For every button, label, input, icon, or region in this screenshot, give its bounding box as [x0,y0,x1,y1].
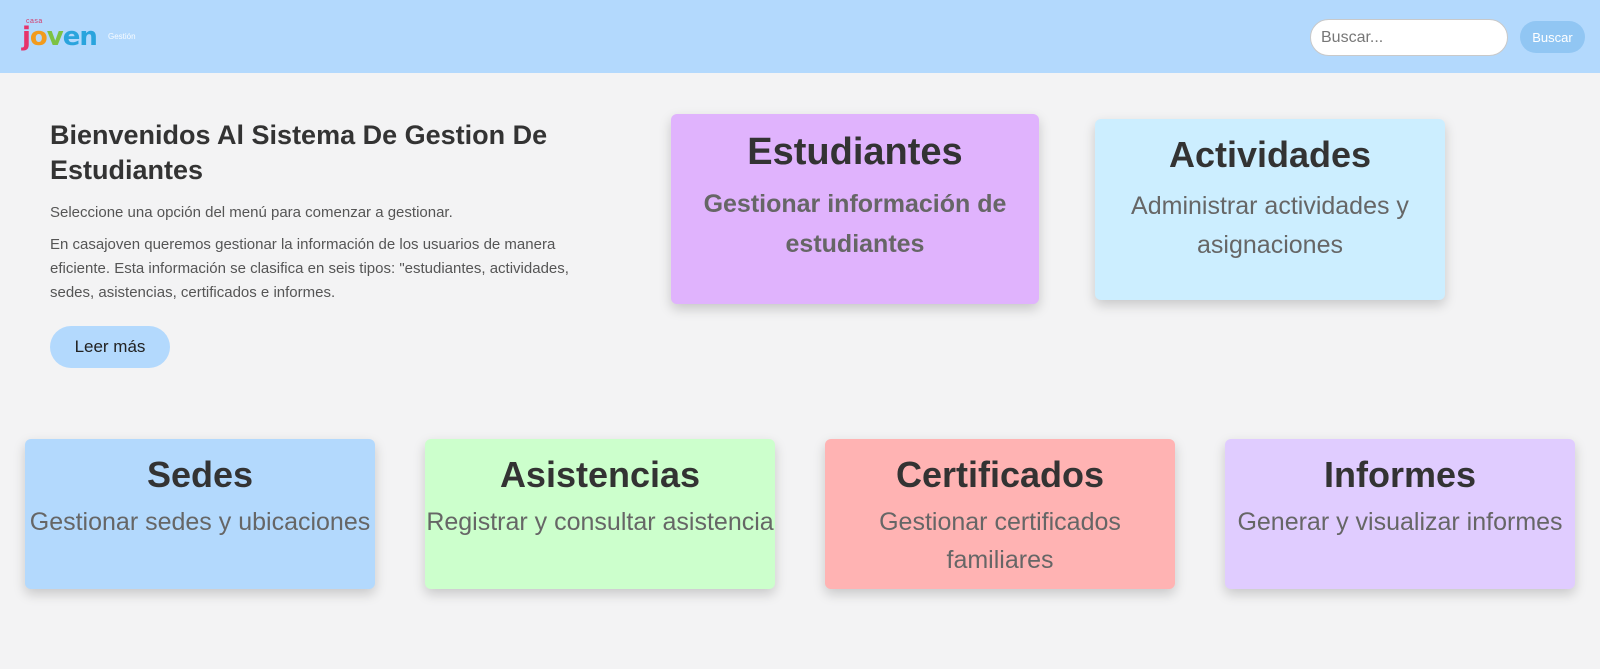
search-input[interactable] [1310,19,1508,56]
page-title: Bienvenidos Al Sistema De Gestion De Est… [50,120,548,185]
card-title: Actividades [1168,134,1372,175]
card-title: Estudiantes [747,131,963,173]
welcome-description: En casajoven queremos gestionar la infor… [50,236,569,301]
card-title: Sedes [146,454,254,495]
card-description: Administrar actividades y asignaciones [1131,192,1409,259]
logo-letter: e [62,22,81,52]
card-title: Asistencias [499,454,701,495]
card-title: Certificados [895,454,1105,495]
top-header: casa joven Gestión Buscar [0,0,1600,73]
logo-letter: v [46,22,64,52]
logo-letter: n [79,22,97,52]
logo-word: joven [22,22,98,52]
logo-letter: o [29,22,48,52]
card-asistencias[interactable]: Asistencias Registrar y consultar asiste… [425,439,775,589]
welcome-subtitle: Seleccione una opción del menú para come… [50,204,453,221]
card-description: Gestionar sedes y ubicaciones [29,508,371,536]
card-sedes[interactable]: Sedes Gestionar sedes y ubicaciones [25,439,375,589]
card-informes[interactable]: Informes Generar y visualizar informes [1225,439,1575,589]
card-description: Gestionar información de estudiantes [703,190,1007,258]
welcome-section: Bienvenidos Al Sistema De Gestion De Est… [50,118,610,305]
card-estudiantes[interactable]: Estudiantes Gestionar información de est… [671,114,1039,304]
search-button[interactable]: Buscar [1520,21,1585,53]
logo-letter: j [22,22,31,52]
logo-tail-text: Gestión [108,32,136,41]
casajoven-logo[interactable]: casa joven Gestión [20,18,136,58]
card-title: Informes [1323,454,1477,495]
read-more-button[interactable]: Leer más [50,326,170,368]
card-description: Gestionar certificados familiares [879,508,1121,574]
card-description: Registrar y consultar asistencia [426,508,774,536]
card-actividades[interactable]: Actividades Administrar actividades y as… [1095,119,1445,300]
card-certificados[interactable]: Certificados Gestionar certificados fami… [825,439,1175,589]
card-description: Generar y visualizar informes [1237,508,1563,536]
